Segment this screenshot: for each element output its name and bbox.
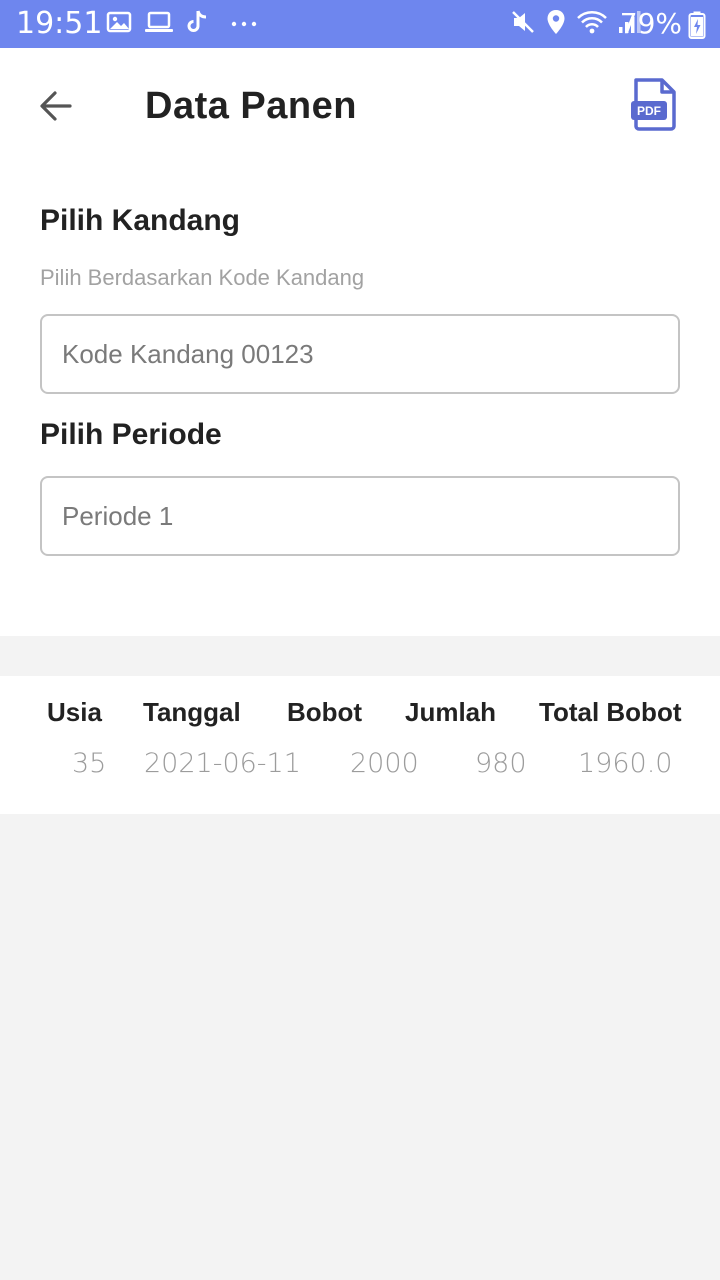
status-left-icons — [106, 10, 258, 38]
battery-charging-icon — [688, 11, 706, 44]
page-title: Data Panen — [145, 85, 357, 127]
more-dots-icon — [230, 15, 258, 33]
pdf-export-button[interactable]: PDF — [630, 76, 680, 132]
kandang-helper-text: Pilih Berdasarkan Kode Kandang — [40, 265, 365, 290]
cell-jumlah: 980 — [475, 748, 527, 779]
periode-input[interactable] — [62, 500, 658, 532]
kandang-section-title: Pilih Kandang — [40, 204, 241, 237]
cell-usia: 35 — [72, 748, 107, 779]
column-header-usia: Usia — [47, 697, 102, 727]
laptop-icon — [144, 10, 174, 39]
tiktok-icon — [186, 9, 208, 40]
kandang-field[interactable] — [40, 314, 680, 394]
mute-icon — [510, 9, 536, 40]
column-header-jumlah: Jumlah — [405, 697, 497, 727]
column-header-total-bobot: Total Bobot — [539, 697, 682, 727]
wifi-icon — [576, 9, 608, 40]
kandang-input[interactable] — [62, 338, 658, 370]
periode-section-title: Pilih Periode — [40, 418, 222, 451]
cell-tanggal: 2021-06-11 — [144, 748, 301, 779]
pdf-file-icon: PDF — [630, 78, 680, 136]
status-bar: 19:51 79% — [0, 0, 720, 48]
form-panel: Data Panen PDF Pilih Kandang Pilih Berda… — [0, 48, 720, 636]
harvest-table: Usia Tanggal Bobot Jumlah Total Bobot 35… — [0, 676, 720, 814]
status-time: 19:51 — [16, 6, 103, 41]
cell-total-bobot: 1960.0 — [578, 748, 673, 779]
back-button[interactable] — [30, 82, 82, 134]
image-icon — [106, 10, 132, 39]
battery-percent: 79% — [619, 7, 682, 40]
pdf-label: PDF — [637, 104, 661, 118]
location-icon — [546, 9, 566, 40]
column-header-bobot: Bobot — [287, 697, 363, 727]
arrow-left-icon — [38, 88, 74, 129]
periode-field[interactable] — [40, 476, 680, 556]
cell-bobot: 2000 — [350, 748, 419, 779]
column-header-tanggal: Tanggal — [143, 697, 241, 727]
